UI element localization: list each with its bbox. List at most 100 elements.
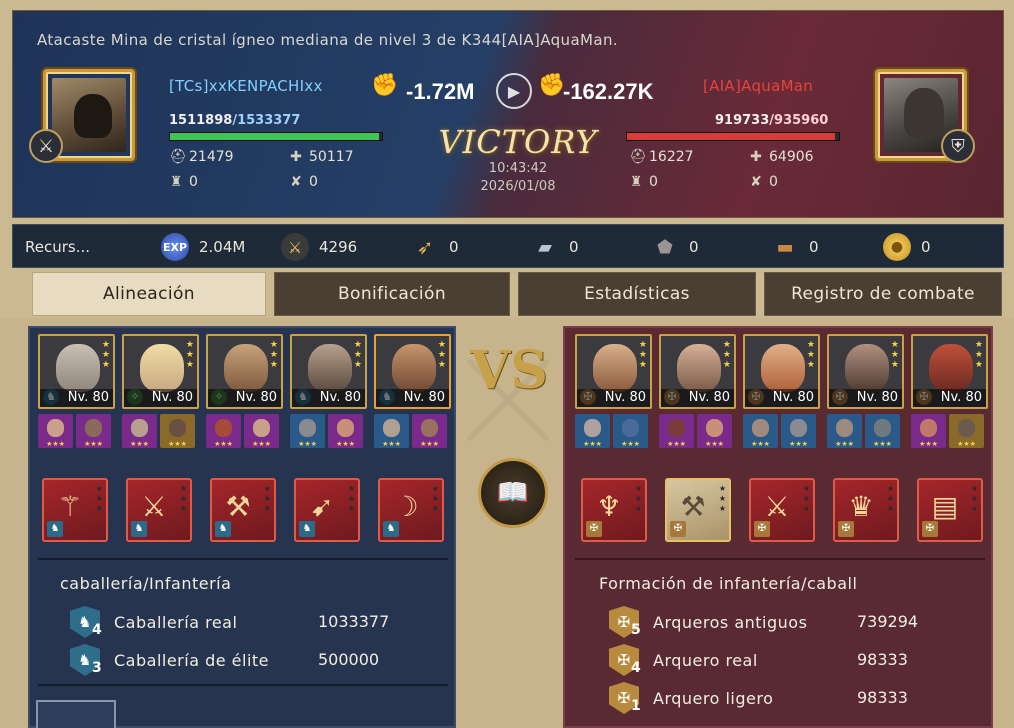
defender-tower-value: 0 [649, 174, 658, 190]
defender-equip-1[interactable]: ♆ ★ ★ ★ ✠ [581, 478, 647, 542]
attacker-formation-title: caballería/Infantería [60, 574, 232, 593]
defender-equip-3[interactable]: ⚔ ★ ★ ★ ✠ [749, 478, 815, 542]
tab-registro-de-combate[interactable]: Registro de combate [764, 272, 1002, 316]
equipment-slot[interactable] [36, 700, 116, 728]
attacker-hero-3[interactable]: ★★★ ✧ Nv. 80 [206, 334, 283, 409]
defender-equip-2[interactable]: ⚒ ★ ★ ★ ✠ [665, 478, 731, 542]
attacker-sub-hero[interactable]: ★★★ [244, 414, 279, 448]
stone-icon: ⬟ [657, 236, 673, 258]
defender-hp-fill [627, 133, 836, 140]
wheat-icon: ➶ [416, 235, 434, 259]
defender-stat-tower: ♜ 0 [629, 174, 658, 190]
resource-food: ➶ 0 [411, 225, 459, 269]
helmet-icon: ⛑ [169, 149, 187, 165]
defender-name[interactable]: [AIA]AquaMan [703, 77, 813, 95]
defender-sub-hero[interactable]: ★★★ [911, 414, 946, 448]
hero-stars: ★ ★ ★ [974, 340, 983, 370]
defender-sub-hero[interactable]: ★★★ [827, 414, 862, 448]
attacker-equip-4[interactable]: ➹ ★ ★ ★ ♞ [294, 478, 360, 542]
tab-alineacion[interactable]: Alineación [32, 272, 266, 316]
iron-icon: ▰ [538, 236, 552, 258]
attacker-hero-5[interactable]: ★★★ ♞ Nv. 80 [374, 334, 451, 409]
hero-level: Nv. 80 [913, 389, 986, 407]
defender-heal-value: 64906 [769, 149, 814, 165]
defender-troop-row[interactable]: ✠ 5 Arqueros antiguos [609, 606, 807, 638]
trap-icon: ✘ [290, 174, 302, 190]
attacker-equip-5[interactable]: ☽ ★ ★ ★ ♞ [378, 478, 444, 542]
troop-count: 1033377 [318, 612, 390, 631]
battle-date: 2026/01/08 [480, 179, 556, 194]
attacker-sub-hero[interactable]: ★★★ [412, 414, 447, 448]
attacker-equip-2[interactable]: ⚔ ★ ★ ★ ♞ [126, 478, 192, 542]
resources-label[interactable]: Recurs... [25, 225, 90, 269]
attacker-hp-max: /1533377 [232, 113, 301, 128]
defender-hero-4[interactable]: ★★★ ✠ Nv. 80 [827, 334, 904, 409]
axe-icon: ⚒ [225, 490, 251, 523]
defender-sub-hero[interactable]: ★★★ [743, 414, 778, 448]
defender-sub-hero[interactable]: ★★★ [659, 414, 694, 448]
cavalry-slot-icon: ♞ [383, 521, 399, 537]
defender-sub-hero[interactable]: ★★★ [613, 414, 648, 448]
attacker-troop-row[interactable]: ♞ 4 Caballería real [70, 606, 237, 638]
hero-stars: ★ ★ ★ [185, 340, 194, 370]
attacker-sub-hero[interactable]: ★★★ [122, 414, 157, 448]
resource-kills: ⚔ 4296 [281, 225, 357, 269]
resource-stone: ⬟ 0 [651, 225, 698, 269]
attacker-trap-value: 0 [309, 174, 318, 190]
attacker-equip-1[interactable]: ⚚ ★ ★ ★ ♞ [42, 478, 108, 542]
defender-troop-row[interactable]: ✠ 4 Arquero real [609, 644, 758, 676]
defender-hero-1[interactable]: ★★★ ✠ Nv. 80 [575, 334, 652, 409]
attacker-sub-hero[interactable]: ★★★ [38, 414, 73, 448]
troop-tier: 5 [631, 622, 642, 638]
defender-sub-hero[interactable]: ★★★ [949, 414, 984, 448]
infantry-slot-icon: ✠ [922, 521, 938, 537]
play-replay-icon[interactable]: ▶ [496, 73, 532, 109]
attacker-sub-hero[interactable]: ★★★ [76, 414, 111, 448]
attacker-name[interactable]: [TCs]xxKENPACHIxx [169, 77, 323, 95]
tab-estadisticas[interactable]: Estadísticas [518, 272, 756, 316]
troop-tier: 3 [92, 660, 103, 676]
attacker-sub-hero[interactable]: ★★★ [206, 414, 241, 448]
attacker-stat-trap: ✘ 0 [289, 174, 318, 190]
wood-icon: ▬ [776, 236, 794, 258]
defender-sub-hero[interactable]: ★★★ [697, 414, 732, 448]
defender-hero-5[interactable]: ★★★ ✠ Nv. 80 [911, 334, 988, 409]
defender-troops-value: 16227 [649, 149, 694, 165]
defender-sub-hero[interactable]: ★★★ [575, 414, 610, 448]
hero-level: Nv. 80 [124, 389, 197, 407]
attacker-hero-4[interactable]: ★★★ ♞ Nv. 80 [290, 334, 367, 409]
battle-analysis-button[interactable]: 📖 [478, 458, 548, 528]
attacker-sub-hero[interactable]: ★★★ [328, 414, 363, 448]
defender-equip-5[interactable]: ▤ ★ ★ ★ ✠ [917, 478, 983, 542]
infantry-slot-icon: ✠ [754, 521, 770, 537]
defender-stat-trap: ✘ 0 [749, 174, 778, 190]
defender-sub-hero[interactable]: ★★★ [865, 414, 900, 448]
defender-hero-3[interactable]: ★★★ ✠ Nv. 80 [743, 334, 820, 409]
battle-report-banner: Atacaste Mina de cristal ígneo mediana d… [12, 10, 1004, 218]
tab-bonificacion[interactable]: Bonificación [274, 272, 510, 316]
exp-icon: EXP [161, 233, 189, 261]
attacker-equip-3[interactable]: ⚒ ★ ★ ★ ♞ [210, 478, 276, 542]
defender-sub-hero[interactable]: ★★★ [781, 414, 816, 448]
crossbow-icon: ⚔ [141, 490, 167, 523]
hero-level: Nv. 80 [745, 389, 818, 407]
defender-equip-4[interactable]: ♛ ★ ★ ★ ✠ [833, 478, 899, 542]
harp-icon: ♆ [596, 490, 622, 523]
attacker-sub-hero[interactable]: ★★★ [160, 414, 195, 448]
attacker-sub-hero[interactable]: ★★★ [374, 414, 409, 448]
plus-icon: ✚ [290, 149, 302, 165]
hero-stars: ★ ★ ★ [353, 340, 362, 370]
defender-troop-row[interactable]: ✠ 1 Arquero ligero [609, 682, 773, 714]
defender-power-loss: -162.27K [563, 79, 654, 104]
resource-wood: ▬ 0 [771, 225, 818, 269]
attacker-power-loss: -1.72M [406, 79, 475, 104]
hero-stars: ★ ★ ★ [437, 340, 446, 370]
attacker-hero-1[interactable]: ★★★ ♞ Nv. 80 [38, 334, 115, 409]
defender-formation-title: Formación de infantería/caball [599, 574, 858, 593]
defender-hero-2[interactable]: ★★★ ✠ Nv. 80 [659, 334, 736, 409]
attacker-sub-hero[interactable]: ★★★ [290, 414, 325, 448]
attacker-hp-current: 1511898 [169, 113, 233, 128]
hero-level: Nv. 80 [40, 389, 113, 407]
attacker-hero-2[interactable]: ★★★ ✧ Nv. 80 [122, 334, 199, 409]
attacker-troop-row[interactable]: ♞ 3 Caballería de élite [70, 644, 269, 676]
